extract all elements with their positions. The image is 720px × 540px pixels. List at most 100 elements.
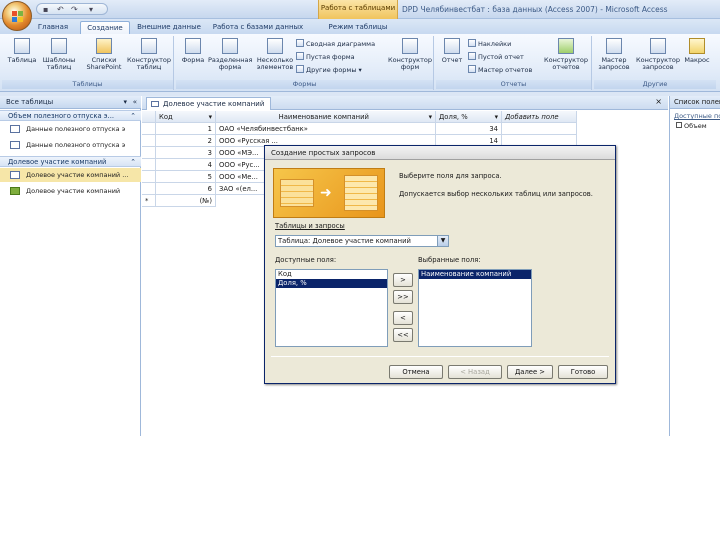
cell-name[interactable]: ОАО «Челябинвестбанк» [216, 123, 436, 135]
wizard-hint: Допускается выбор нескольких таблиц или … [399, 190, 593, 198]
finish-button[interactable]: Готово [558, 365, 608, 379]
macro-button[interactable]: Макрос [682, 38, 712, 64]
tab-home[interactable]: Главная [30, 21, 76, 34]
new-record-marker[interactable]: * [142, 195, 156, 207]
office-logo-icon [12, 11, 23, 22]
chevron-down-icon[interactable]: ▾ [209, 111, 212, 122]
form-designer-button[interactable]: Конструктор форм [388, 38, 432, 71]
collapse-icon[interactable]: ⌃ [130, 157, 136, 167]
form-designer-icon [402, 38, 418, 54]
tables-select[interactable]: Таблица: Долевое участие компаний ▼ [275, 235, 449, 247]
redo-icon[interactable]: ↷ [71, 5, 78, 14]
record-selector[interactable] [142, 183, 156, 195]
form-button[interactable]: Форма [178, 38, 208, 64]
query-wizard-icon [606, 38, 622, 54]
cell-id[interactable]: 1 [156, 123, 216, 135]
cell-id[interactable]: 2 [156, 135, 216, 147]
record-selector[interactable] [142, 123, 156, 135]
nav-item-table-1[interactable]: Данные полезного отпуска э [0, 122, 141, 136]
expand-icon[interactable] [676, 122, 682, 128]
available-fields-link[interactable]: Доступные поля [670, 109, 720, 120]
shutter-icon[interactable]: « [133, 96, 137, 109]
blank-form-button[interactable]: Пустая форма [296, 52, 355, 62]
cancel-button[interactable]: Отмена [389, 365, 443, 379]
tab-database-tools[interactable]: Работа с базами данных [208, 21, 308, 34]
remove-field-button[interactable]: < [393, 311, 413, 325]
record-selector[interactable] [142, 135, 156, 147]
next-button[interactable]: Далее > [507, 365, 553, 379]
new-record-id[interactable]: (№) [156, 195, 216, 207]
blank-form-label: Пустая форма [306, 53, 355, 61]
tab-create[interactable]: Создание [80, 21, 130, 34]
table-button[interactable]: Таблица [4, 38, 40, 64]
multiple-items-button[interactable]: Несколько элементов [254, 38, 296, 71]
record-selector[interactable] [142, 171, 156, 183]
ribbon-group-reports: Отчет Наклейки Пустой отчет Мастер отчет… [436, 36, 592, 90]
cell-id[interactable]: 6 [156, 183, 216, 195]
query-designer-button[interactable]: Конструктор запросов [634, 38, 682, 71]
column-header-id[interactable]: Код ▾ [156, 111, 216, 123]
navigation-pane-header[interactable]: Все таблицы ▾ « [0, 96, 141, 109]
table-templates-button[interactable]: Шаблоны таблиц [40, 38, 78, 71]
add-field-button[interactable]: > [393, 273, 413, 287]
column-header-share[interactable]: Доля, % ▾ [436, 111, 502, 123]
report-designer-button[interactable]: Конструктор отчетов [542, 38, 590, 71]
group-name-reports: Отчеты [436, 80, 591, 89]
blank-report-button[interactable]: Пустой отчет [468, 52, 524, 62]
tab-external-data[interactable]: Внешние данные [134, 21, 204, 34]
nav-group-volume[interactable]: Объем полезного отпуска э... ⌃ [0, 110, 141, 121]
document-tab[interactable]: Долевое участие компаний [146, 97, 272, 110]
field-list-item[interactable]: Объем [670, 120, 720, 132]
nav-item-table-3[interactable]: Долевое участие компаний ... [0, 168, 141, 182]
customize-toolbar-icon[interactable]: ▾ [89, 5, 93, 14]
chevron-down-icon[interactable]: ▾ [429, 111, 432, 122]
column-header-name[interactable]: Наименование компаний ▾ [216, 111, 436, 123]
context-tab-header: Работа с таблицами [318, 0, 398, 19]
record-selector[interactable] [142, 159, 156, 171]
undo-icon[interactable]: ↶ [57, 5, 64, 14]
pivot-chart-button[interactable]: Сводная диаграмма [296, 39, 375, 49]
save-icon[interactable]: ▪ [43, 5, 48, 14]
cell-id[interactable]: 3 [156, 147, 216, 159]
list-item[interactable]: Код [276, 270, 387, 279]
collapse-icon[interactable]: ⌃ [130, 111, 136, 121]
cell-add-field[interactable] [502, 123, 577, 135]
chevron-down-icon[interactable]: ▾ [495, 111, 498, 122]
nav-group-shares[interactable]: Долевое участие компаний ⌃ [0, 156, 141, 167]
chevron-down-icon[interactable]: ▾ [123, 96, 127, 109]
more-forms-button[interactable]: Другие формы ▾ [296, 65, 362, 75]
add-all-fields-button[interactable]: >> [393, 290, 413, 304]
sharepoint-lists-button[interactable]: Списки SharePoint [82, 38, 126, 71]
more-forms-icon [296, 65, 304, 73]
quick-access-toolbar[interactable]: ▪ ↶ ↷ ▾ [36, 3, 108, 15]
nav-item-table-2[interactable]: Данные полезного отпуска э [0, 138, 141, 152]
selected-fields-list[interactable]: Наименование компаний [418, 269, 532, 347]
ribbon-group-forms: Форма Разделенная форма Несколько элемен… [176, 36, 434, 90]
close-icon[interactable]: × [655, 97, 662, 106]
record-selector[interactable] [142, 147, 156, 159]
split-form-button[interactable]: Разделенная форма [208, 38, 252, 71]
remove-all-fields-button[interactable]: << [393, 328, 413, 342]
query-wizard-button[interactable]: Мастер запросов [596, 38, 632, 71]
tab-datasheet[interactable]: Режим таблицы [322, 21, 394, 34]
nav-item-query[interactable]: Долевое участие компаний [0, 184, 141, 198]
list-item[interactable]: Наименование компаний [419, 270, 531, 279]
cell-share[interactable]: 34 [436, 123, 502, 135]
ribbon-group-tables: Таблица Шаблоны таблиц Списки SharePoint… [2, 36, 174, 90]
cell-id[interactable]: 5 [156, 171, 216, 183]
report-button[interactable]: Отчет [438, 38, 466, 64]
labels-button[interactable]: Наклейки [468, 39, 511, 49]
select-all-cell[interactable] [142, 111, 156, 123]
column-header-add-field[interactable]: Добавить поле [502, 111, 577, 123]
list-item[interactable]: Доля, % [276, 279, 387, 288]
cell-id[interactable]: 4 [156, 159, 216, 171]
form-icon [185, 38, 201, 54]
multiple-items-label: Несколько элементов [256, 56, 294, 71]
labels-label: Наклейки [478, 40, 512, 48]
office-button[interactable] [2, 1, 32, 31]
chevron-down-icon[interactable]: ▼ [437, 236, 448, 246]
available-fields-list[interactable]: Код Доля, % [275, 269, 388, 347]
table-designer-button[interactable]: Конструктор таблиц [126, 38, 172, 71]
back-button[interactable]: < Назад [448, 365, 502, 379]
report-wizard-button[interactable]: Мастер отчетов [468, 65, 532, 75]
